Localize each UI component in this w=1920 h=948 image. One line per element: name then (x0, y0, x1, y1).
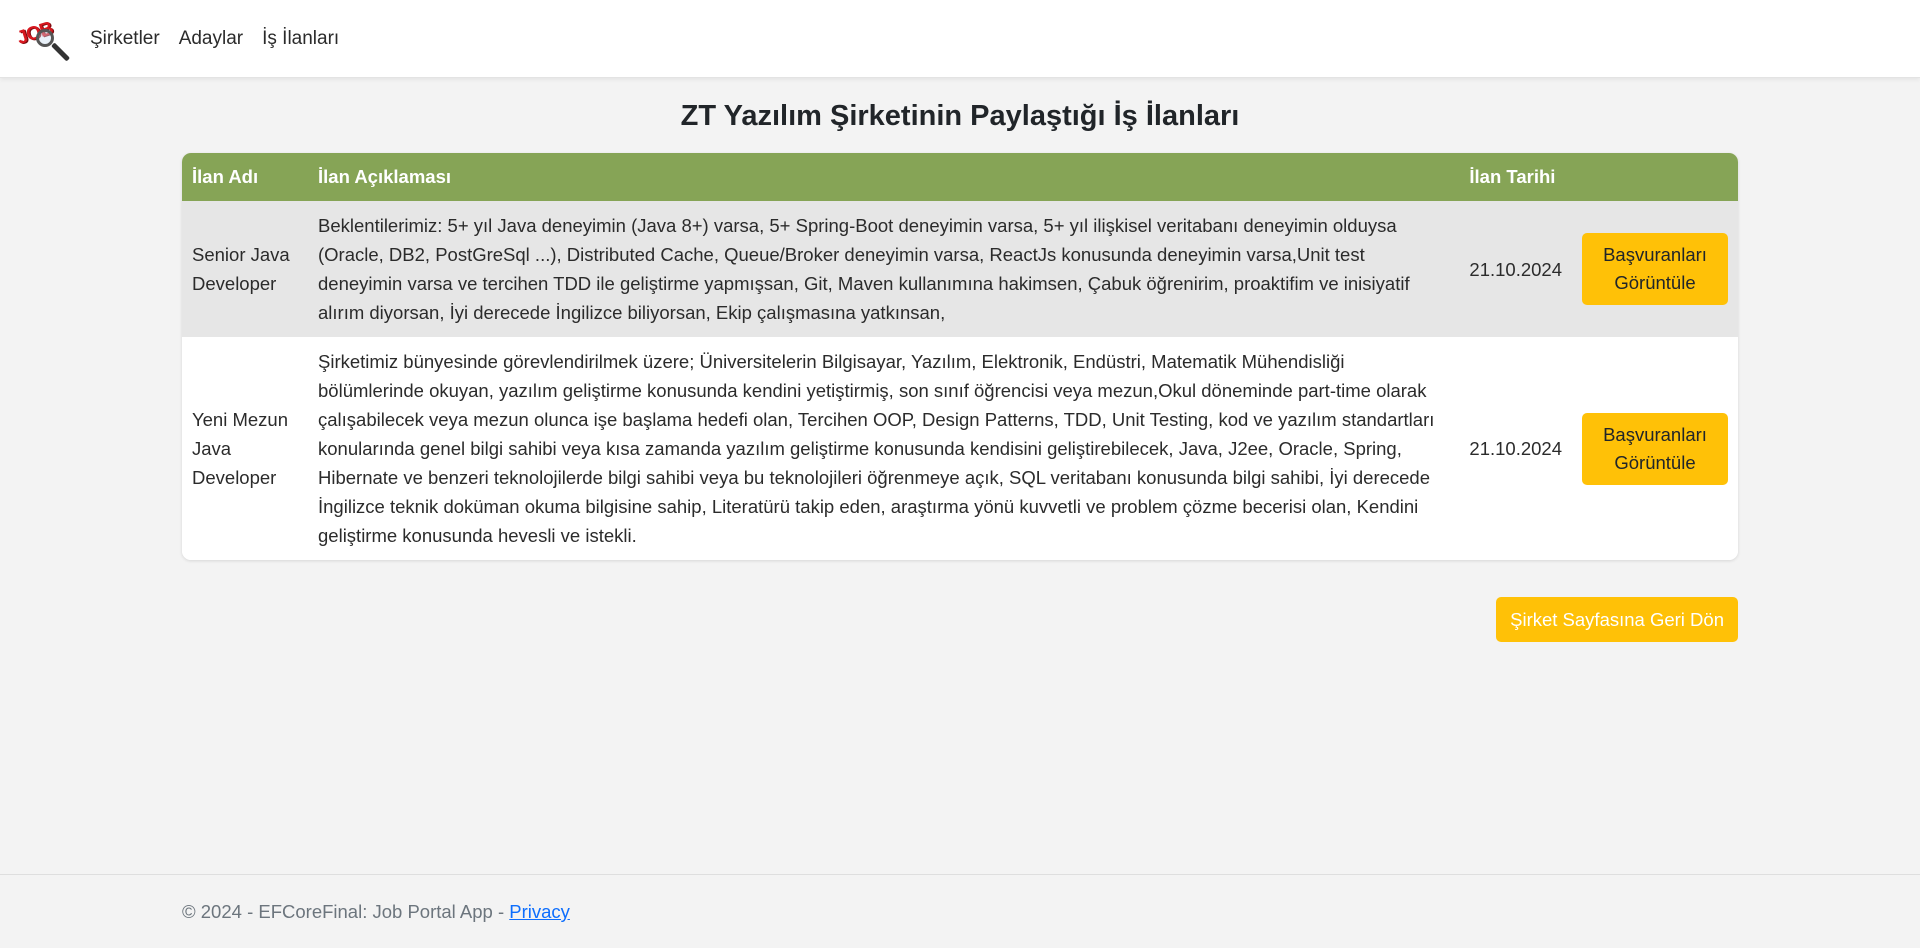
view-applicants-button[interactable]: Başvuranları Görüntüle (1582, 233, 1728, 305)
posting-action-cell: Başvuranları Görüntüle (1572, 201, 1738, 337)
header-posting-date: İlan Tarihi (1469, 166, 1556, 187)
posting-date: 21.10.2024 (1469, 438, 1562, 459)
posting-description: Beklentilerimiz: 5+ yıl Java deneyimin (… (318, 215, 1410, 323)
footer-copyright: © 2024 - EFCoreFinal: Job Portal App - (182, 901, 510, 922)
posting-name: Senior Java Developer (192, 244, 290, 294)
back-to-company-page-button[interactable]: Şirket Sayfasına Geri Dön (1496, 597, 1738, 642)
page-footer: © 2024 - EFCoreFinal: Job Portal App - P… (0, 874, 1920, 948)
job-logo[interactable]: JOB (14, 13, 71, 65)
page-title: ZT Yazılım Şirketinin Paylaştığı İş İlan… (680, 100, 1240, 132)
header-action (1572, 153, 1738, 201)
magnifier-handle (51, 41, 71, 62)
nav-candidates-link[interactable]: Adaylar (179, 28, 243, 50)
posting-action-cell: Başvuranları Görüntüle (1572, 337, 1738, 560)
posting-name: Yeni Mezun Java Developer (192, 409, 288, 488)
job-postings-table-wrapper: İlan Adı İlan Açıklaması İlan Tarihi Sen… (182, 153, 1738, 560)
top-navbar: JOB Şirketler Adaylar İş İlanları (0, 0, 1920, 78)
table-row: Senior Java Developer Beklentilerimiz: 5… (182, 201, 1738, 337)
nav-job-postings-link[interactable]: İş İlanları (262, 28, 339, 50)
privacy-link[interactable]: Privacy (509, 901, 570, 922)
view-applicants-button[interactable]: Başvuranları Görüntüle (1582, 412, 1728, 485)
table-header-row: İlan Adı İlan Açıklaması İlan Tarihi (182, 153, 1738, 201)
header-posting-name: İlan Adı (192, 166, 259, 187)
posting-description: Şirketimiz bünyesinde görevlendirilmek ü… (318, 351, 1435, 546)
nav-companies-link[interactable]: Şirketler (90, 28, 160, 50)
header-posting-description: İlan Açıklaması (318, 166, 451, 187)
job-postings-table: İlan Adı İlan Açıklaması İlan Tarihi Sen… (182, 153, 1738, 560)
back-button-row: Şirket Sayfasına Geri Dön (182, 597, 1738, 642)
table-row: Yeni Mezun Java Developer Şirketimiz bün… (182, 337, 1738, 560)
posting-date: 21.10.2024 (1469, 258, 1562, 280)
